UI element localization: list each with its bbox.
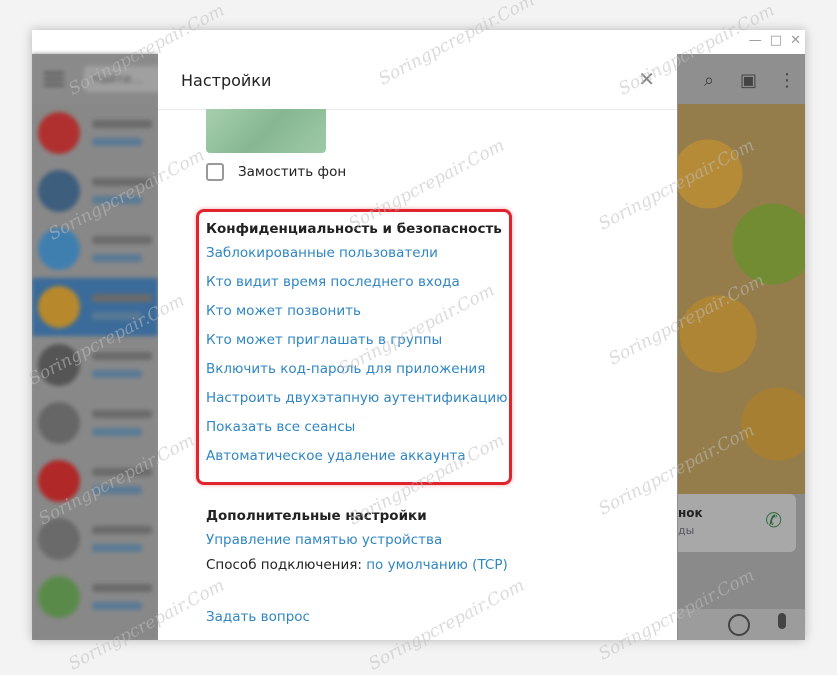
message-composer — [678, 609, 805, 640]
chat-list-item-active[interactable] — [32, 278, 158, 336]
dialog-header: Настройки ✕ — [158, 53, 677, 110]
window-controls: — □ ✕ — [749, 33, 801, 48]
avatar — [38, 286, 80, 328]
hamburger-menu-icon[interactable] — [44, 72, 64, 74]
avatar — [38, 460, 80, 502]
chat-pane: ⌕ ▣ ⋮ нок ды ✆ — [678, 54, 805, 640]
title-bar: — □ ✕ — [32, 30, 805, 54]
chat-list-item[interactable] — [32, 568, 158, 626]
avatar — [38, 344, 80, 386]
connection-type-value[interactable]: по умолчанию (TCP) — [366, 557, 508, 573]
highlight-frame — [196, 209, 512, 485]
search-input[interactable]: Найти... — [84, 66, 164, 92]
advanced-section-title: Дополнительные настройки — [206, 508, 427, 524]
avatar — [38, 402, 80, 444]
avatar — [38, 228, 80, 270]
ask-question-link[interactable]: Задать вопрос — [206, 603, 310, 632]
chat-list-item[interactable] — [32, 220, 158, 278]
chat-list-item[interactable] — [32, 394, 158, 452]
connection-type-label: Способ подключения: — [206, 557, 362, 573]
chat-list: Найти... — [32, 54, 164, 640]
search-icon[interactable]: ⌕ — [704, 70, 714, 91]
chat-list-item[interactable] — [32, 510, 158, 568]
avatar — [38, 170, 80, 212]
maximize-icon[interactable]: □ — [770, 33, 782, 48]
call-message[interactable]: нок ды ✆ — [678, 494, 796, 552]
tile-background-label: Замостить фон — [238, 164, 347, 180]
dialog-title: Настройки — [181, 71, 272, 90]
chat-list-item[interactable] — [32, 104, 158, 162]
avatar — [38, 576, 80, 618]
chat-list-header: Найти... — [32, 54, 164, 104]
close-icon[interactable]: ✕ — [638, 69, 655, 89]
tile-background-checkbox[interactable] — [206, 163, 224, 181]
minimize-icon[interactable]: — — [749, 33, 762, 48]
chat-wallpaper — [678, 104, 805, 494]
chat-list-item[interactable] — [32, 452, 158, 510]
call-subtitle: ды — [678, 524, 695, 537]
tile-background-option[interactable]: Замостить фон — [206, 163, 346, 181]
emoji-icon[interactable] — [728, 614, 750, 636]
sidebar-toggle-icon[interactable]: ▣ — [740, 70, 757, 91]
advanced-section: Дополнительные настройки Управление памя… — [206, 508, 508, 573]
chat-list-item[interactable] — [32, 336, 158, 394]
connection-type-row: Способ подключения: по умолчанию (TCP) — [206, 557, 508, 573]
storage-management-link[interactable]: Управление памятью устройства — [206, 526, 508, 555]
phone-icon[interactable]: ✆ — [765, 508, 782, 532]
chat-background-thumbnail[interactable] — [206, 109, 326, 153]
close-window-icon[interactable]: ✕ — [790, 33, 801, 48]
avatar — [38, 518, 80, 560]
chat-header: ⌕ ▣ ⋮ — [678, 54, 805, 104]
avatar — [38, 112, 80, 154]
chat-list-item[interactable] — [32, 162, 158, 220]
microphone-icon[interactable] — [778, 613, 786, 629]
call-title: нок — [678, 506, 703, 520]
more-vertical-icon[interactable]: ⋮ — [778, 70, 796, 91]
